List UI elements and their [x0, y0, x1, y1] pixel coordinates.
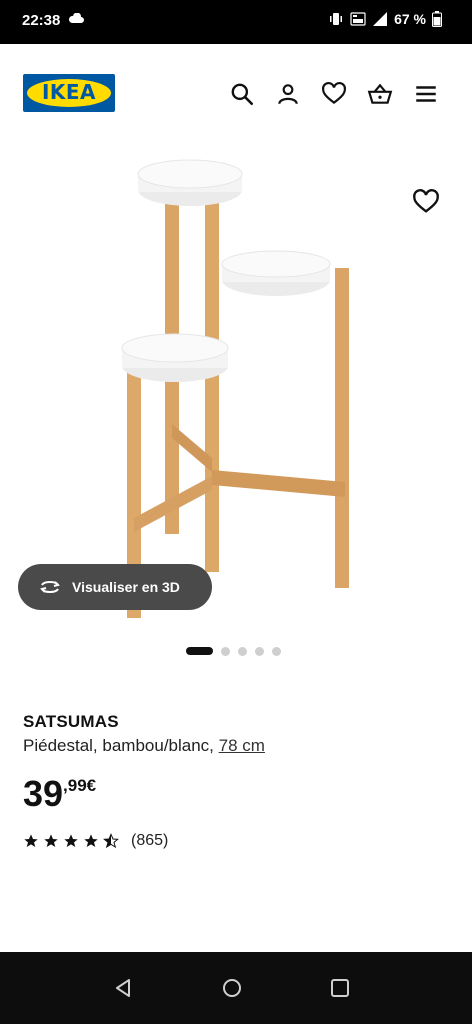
star-half-icon — [103, 833, 119, 849]
system-nav-bar — [0, 952, 472, 1024]
carousel-dot[interactable] — [238, 646, 247, 656]
heart-icon[interactable] — [321, 81, 347, 107]
star-icon — [44, 834, 58, 847]
battery-percent: 67 % — [394, 11, 426, 27]
product-rating[interactable]: (865) — [23, 832, 168, 850]
carousel-dot[interactable] — [221, 646, 230, 656]
star-icon — [24, 834, 38, 847]
cloud-icon — [69, 13, 84, 23]
star-icon — [84, 834, 98, 847]
product-size-link[interactable]: 78 cm — [219, 736, 265, 755]
rotate-3d-icon — [40, 581, 60, 593]
carousel-dot[interactable] — [255, 646, 264, 656]
vibrate-icon — [330, 13, 343, 25]
volte-icon — [350, 12, 366, 26]
status-right: 67 % — [328, 11, 442, 27]
product-description: Piédestal, bambou/blanc, 78 cm — [23, 736, 265, 756]
back-icon[interactable] — [112, 976, 136, 1000]
view-3d-label: Visualiser en 3D — [72, 579, 180, 595]
product-description-text: Piédestal, bambou/blanc, — [23, 736, 214, 755]
product-price: 39 ,99€ — [23, 770, 96, 818]
recents-icon[interactable] — [328, 976, 352, 1000]
ikea-logo[interactable]: IKEA — [23, 74, 115, 112]
battery-icon — [432, 11, 442, 27]
star-icon — [64, 834, 78, 847]
basket-icon[interactable] — [367, 81, 393, 107]
carousel-dot[interactable] — [272, 646, 281, 656]
price-decimal: ,99€ — [63, 776, 97, 795]
menu-icon[interactable] — [413, 81, 439, 107]
product-name: SATSUMAS — [23, 712, 119, 731]
logo-text: IKEA — [41, 80, 97, 104]
rating-count: (865) — [131, 832, 169, 849]
signal-4g-icon — [373, 12, 388, 26]
search-icon[interactable] — [229, 81, 255, 107]
wishlist-heart-icon[interactable] — [412, 188, 440, 216]
view-3d-button[interactable]: Visualiser en 3D — [18, 564, 212, 610]
carousel-dot[interactable] — [186, 647, 213, 655]
home-icon[interactable] — [220, 976, 244, 1000]
app-header: IKEA — [0, 60, 472, 128]
status-bar: 22:38 67 % — [0, 0, 472, 44]
price-integer: 39 — [23, 773, 64, 814]
carousel-dots — [186, 646, 281, 656]
account-icon[interactable] — [275, 81, 301, 107]
status-time: 22:38 — [22, 12, 61, 29]
